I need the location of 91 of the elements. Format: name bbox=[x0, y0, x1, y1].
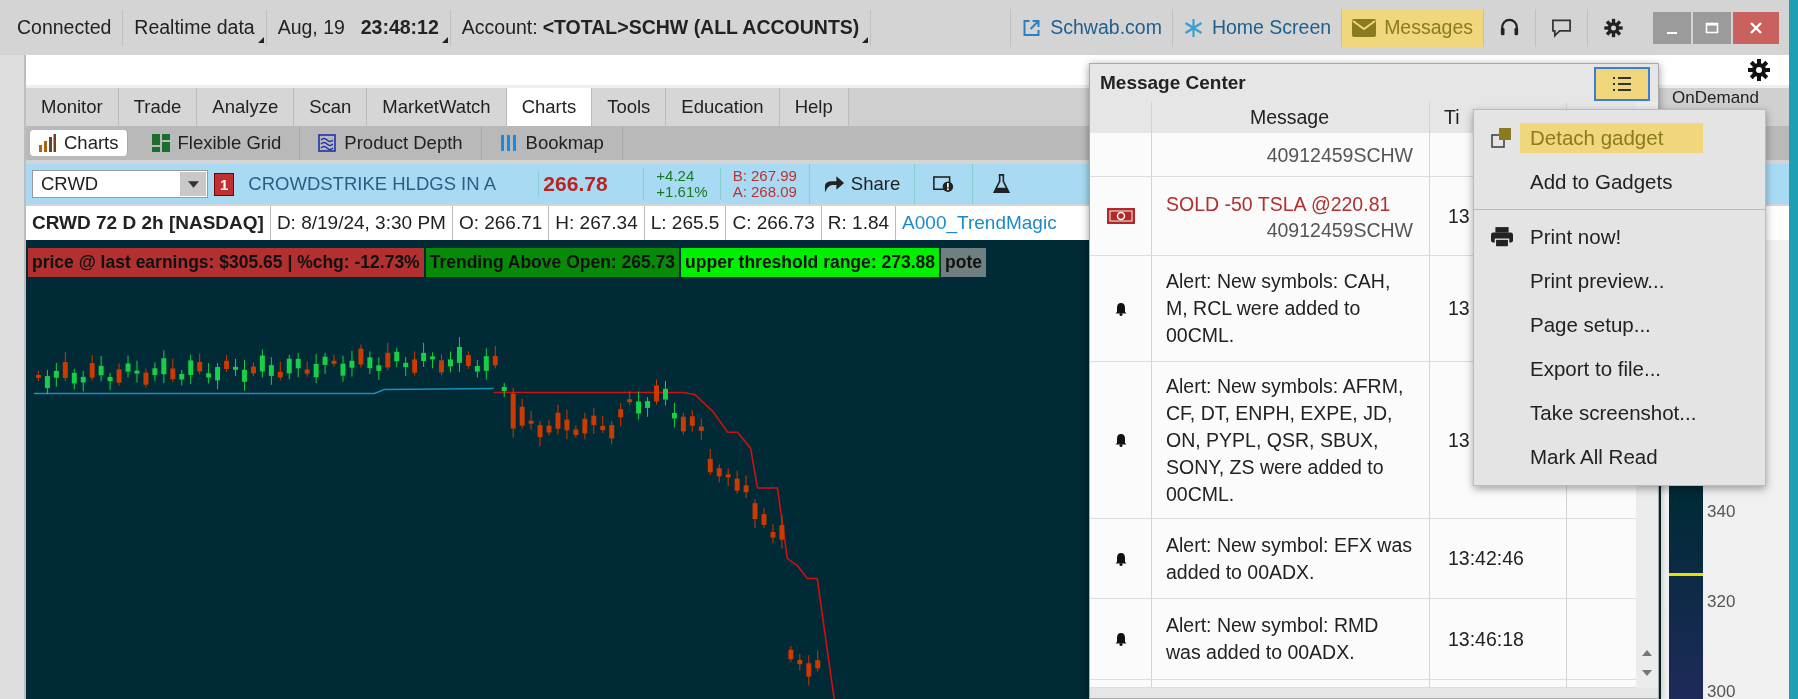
sub-tab[interactable]: Flexible Grid bbox=[133, 126, 301, 160]
close-icon bbox=[1749, 20, 1763, 35]
share-button[interactable]: Share bbox=[808, 164, 915, 204]
message-time: 13:42:46 bbox=[1448, 547, 1524, 570]
alert-card-icon bbox=[933, 174, 955, 194]
main-tab[interactable]: Analyze bbox=[197, 88, 295, 126]
panel-title: Message Center bbox=[1100, 72, 1246, 94]
caret-icon bbox=[257, 36, 264, 43]
message-text: SOLD -50 TSLA @220.81 bbox=[1166, 191, 1392, 217]
account-dropdown[interactable]: Account: <TOTAL>SCHW (ALL ACCOUNTS) bbox=[450, 9, 872, 46]
caret-icon bbox=[187, 180, 199, 188]
net-change: +4.24 bbox=[656, 168, 696, 184]
maximize-icon bbox=[1705, 20, 1719, 35]
scroll-up-icon[interactable] bbox=[1642, 650, 1652, 656]
last-price: 266.78 bbox=[538, 172, 644, 196]
asterisk-icon bbox=[1182, 17, 1204, 38]
account-number: 40912459SCHW bbox=[1266, 142, 1413, 167]
minimize-icon bbox=[1667, 31, 1677, 34]
grid-icon bbox=[151, 134, 170, 152]
main-tab[interactable]: Help bbox=[779, 88, 849, 126]
bell-icon bbox=[1114, 433, 1127, 447]
connection-status: Connected bbox=[6, 9, 124, 46]
message-text: Alert: New symbol: EFX was added to 00ADX. bbox=[1166, 532, 1413, 585]
main-tab[interactable]: Education bbox=[666, 88, 780, 126]
menu-item[interactable]: Print now! bbox=[1474, 215, 1765, 259]
message-time: 13 bbox=[1448, 297, 1470, 320]
scroll-down-icon[interactable] bbox=[1642, 670, 1652, 676]
close-button[interactable] bbox=[1733, 11, 1779, 44]
headset-icon bbox=[1499, 17, 1520, 38]
dropdown-button[interactable] bbox=[180, 172, 206, 196]
maximize-button[interactable] bbox=[1693, 11, 1731, 44]
side-panel-handle[interactable] bbox=[0, 55, 26, 699]
chart-label: Trending Above Open: 265.73 bbox=[425, 248, 680, 277]
sub-tab[interactable]: Bookmap bbox=[481, 126, 623, 160]
bell-icon bbox=[1114, 551, 1127, 566]
ondemand-button[interactable]: OnDemand bbox=[1672, 89, 1759, 107]
percent-change: +1.61% bbox=[656, 184, 708, 200]
chart-label: pote bbox=[941, 248, 986, 277]
main-tab[interactable]: MarketWatch bbox=[367, 88, 507, 126]
bars-icon bbox=[499, 134, 518, 152]
symbol-field[interactable]: CRWD bbox=[32, 170, 208, 198]
ask-price: A: 268.09 bbox=[732, 184, 797, 200]
alert-count-badge[interactable]: 1 bbox=[214, 172, 235, 196]
menu-button[interactable] bbox=[1594, 67, 1650, 101]
message-text: Alert: New symbols: AFRM, CF, DT, ENPH, EXPE, JD, ON, PYPL, QSR, SBUX, SONY, ZS were added to 00CML. bbox=[1166, 373, 1405, 507]
bell-icon bbox=[1114, 632, 1127, 646]
message-time: 13:46:18 bbox=[1448, 627, 1524, 651]
envelope-icon bbox=[1352, 18, 1377, 37]
main-tab[interactable]: Scan bbox=[294, 88, 368, 126]
caret-icon bbox=[441, 36, 448, 43]
main-tab[interactable]: Monitor bbox=[26, 88, 119, 126]
message-text: Alert: New symbol: RMD was added to 00ADX. bbox=[1166, 613, 1380, 665]
main-tab[interactable]: Tools bbox=[592, 88, 667, 126]
bar-chart-icon bbox=[38, 134, 56, 152]
axis-label: 320 bbox=[1707, 592, 1736, 612]
sub-tab[interactable]: Charts bbox=[30, 130, 128, 156]
link-button[interactable]: Schwab.com bbox=[1010, 8, 1172, 47]
message-time: 13 bbox=[1448, 428, 1470, 452]
bid-price: B: 267.99 bbox=[732, 168, 797, 184]
sub-tab[interactable]: Product Depth bbox=[300, 126, 482, 160]
account-number: 40912459SCHW bbox=[1266, 217, 1413, 242]
menu-item[interactable]: Export to file... bbox=[1474, 347, 1765, 391]
printer-icon bbox=[1488, 226, 1516, 248]
menu-item[interactable]: Page setup... bbox=[1474, 303, 1765, 347]
date-time-dropdown[interactable]: Aug, 19 23:48:12 bbox=[266, 9, 451, 46]
chat-icon bbox=[1551, 17, 1572, 38]
main-tab[interactable]: Charts bbox=[506, 88, 593, 126]
main-tab[interactable]: Trade bbox=[118, 88, 198, 126]
message-time: 13 bbox=[1448, 204, 1470, 228]
waves-icon bbox=[318, 134, 337, 152]
bell-icon bbox=[1114, 301, 1127, 316]
menu-item[interactable]: Take screenshot... bbox=[1474, 391, 1765, 435]
flask-icon bbox=[991, 174, 1013, 194]
axis-label: 340 bbox=[1707, 502, 1736, 522]
message-text: Alert: New symbols: CAH, M, RCL were added to 00CML. bbox=[1166, 269, 1392, 348]
caret-icon bbox=[862, 36, 869, 43]
column-header[interactable]: Message bbox=[1249, 106, 1330, 129]
share-icon bbox=[823, 174, 845, 194]
menu-item[interactable]: Print preview... bbox=[1474, 259, 1765, 303]
banknote-icon bbox=[1106, 208, 1135, 224]
menu-item[interactable]: Mark All Read bbox=[1474, 435, 1765, 479]
chart-label: price @ last earnings: $305.65 | %chg: -12.73% bbox=[28, 248, 424, 277]
column-header[interactable]: Ti bbox=[1444, 106, 1460, 129]
external-link-icon bbox=[1021, 17, 1043, 38]
list-icon bbox=[1612, 76, 1632, 92]
data-feed-dropdown[interactable]: Realtime data bbox=[123, 9, 267, 46]
study-link[interactable]: A000_TrendMagic bbox=[896, 206, 1063, 240]
menu-item[interactable]: Add to Gadgets bbox=[1474, 160, 1765, 204]
axis-label: 300 bbox=[1707, 682, 1736, 699]
company-name: CROWDSTRIKE HLDGS IN A bbox=[248, 173, 498, 195]
chart-label: upper threshold range: 273.88 bbox=[681, 248, 939, 277]
